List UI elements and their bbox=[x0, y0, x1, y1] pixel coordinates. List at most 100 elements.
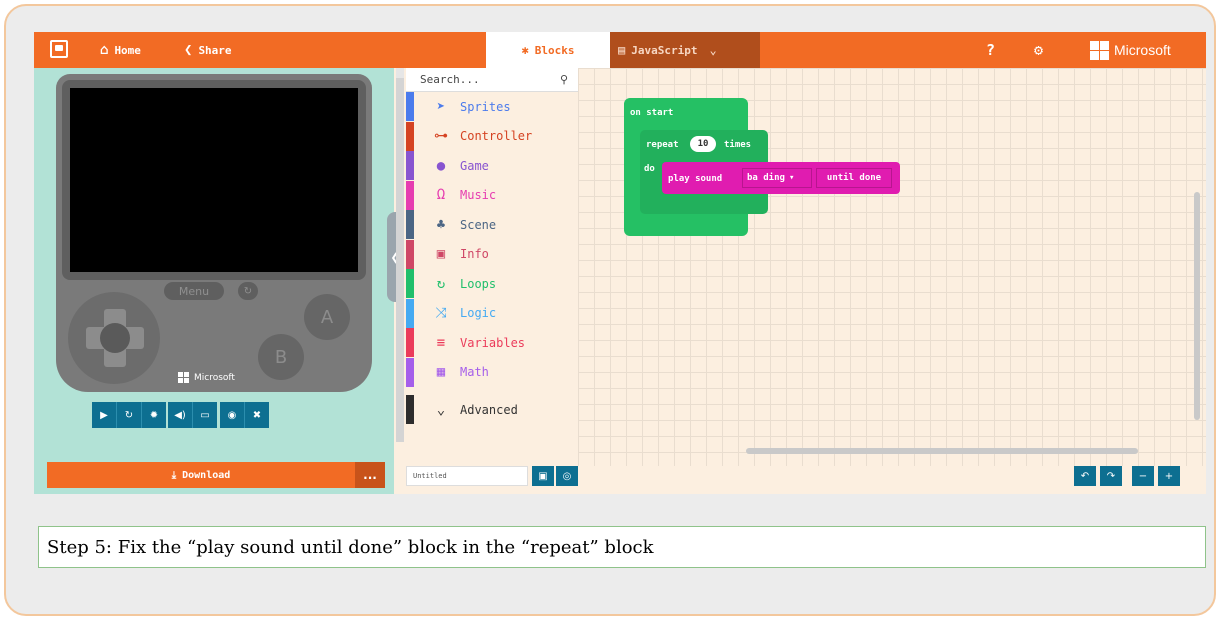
help-icon[interactable]: ? bbox=[986, 32, 995, 68]
dpad-center bbox=[100, 323, 130, 353]
puzzle-icon: ✱ bbox=[521, 43, 529, 57]
toolbox-scrollbar[interactable] bbox=[396, 78, 404, 442]
game-console: Menu ↻ A B Microsoft bbox=[56, 74, 372, 392]
workspace-horizontal-scrollbar[interactable] bbox=[746, 448, 1138, 454]
until-done-field[interactable]: until done bbox=[816, 168, 892, 188]
toolbox-category-music[interactable]: Ω Music bbox=[406, 180, 578, 210]
tab-blocks[interactable]: ✱ Blocks bbox=[486, 32, 610, 68]
shuffle-icon: ⤨ bbox=[435, 305, 447, 321]
headphones-icon: Ω bbox=[436, 187, 446, 203]
camera-icon[interactable]: ◉ bbox=[220, 402, 245, 428]
toolbox-category-variables[interactable]: ≡ Variables bbox=[406, 328, 578, 357]
step-caption: Step 5: Fix the “play sound until done” … bbox=[38, 526, 1206, 568]
play-sound-block[interactable]: play sound ba ding ▾ until done bbox=[662, 162, 900, 194]
chevron-down-icon[interactable]: ⌄ bbox=[709, 43, 716, 57]
restart-icon[interactable]: ↻ bbox=[117, 402, 142, 428]
play-icon[interactable]: ▶ bbox=[92, 402, 117, 428]
b-label: B bbox=[274, 346, 288, 368]
gear-icon[interactable]: ⚙ bbox=[1034, 32, 1043, 68]
toolbox: Search... ⚲ ➤ Sprites ⊶ Controller ● Game Ω Mus… bbox=[406, 68, 578, 460]
tab-javascript-label: JavaScript bbox=[631, 43, 698, 57]
microsoft-brand[interactable]: Microsoft bbox=[1090, 32, 1171, 68]
more-label: ... bbox=[363, 468, 377, 482]
search-placeholder: Search... bbox=[420, 73, 480, 86]
gamepad-icon: ⊶ bbox=[434, 128, 448, 144]
toolbox-category-controller[interactable]: ⊶ Controller bbox=[406, 121, 578, 151]
simulator-panel: Menu ↻ A B Microsoft ▶ ↻ ✹ ◀) ▭ ◉ ✖ ⤓ Do… bbox=[34, 68, 394, 494]
a-button[interactable]: A bbox=[304, 294, 350, 340]
volume-icon[interactable]: ◀) bbox=[168, 402, 193, 428]
toolbox-category-label: Game bbox=[460, 158, 489, 173]
b-button[interactable]: B bbox=[258, 334, 304, 380]
fullscreen-icon[interactable]: ✖ bbox=[245, 402, 269, 428]
toolbox-category-scene[interactable]: ♣ Scene bbox=[406, 210, 578, 239]
toolbox-category-sprites[interactable]: ➤ Sprites bbox=[406, 92, 578, 121]
home-label: Home bbox=[114, 43, 141, 57]
toolbox-category-label: Logic bbox=[460, 306, 497, 320]
microsoft-brand-label: Microsoft bbox=[1114, 42, 1171, 58]
code-icon: ▤ bbox=[618, 43, 626, 57]
download-label: Download bbox=[182, 469, 231, 481]
share-button[interactable]: ❮ Share bbox=[184, 32, 232, 68]
github-icon[interactable]: ◎ bbox=[556, 466, 578, 486]
makecode-arcade-editor: ⌂ Home ❮ Share ✱ Blocks ▤ JavaScript ⌄ ?… bbox=[34, 32, 1206, 494]
toolbox-category-label: Sprites bbox=[460, 99, 511, 114]
toolbox-category-label: Math bbox=[460, 365, 489, 379]
slide-frame: ⌂ Home ❮ Share ✱ Blocks ▤ JavaScript ⌄ ?… bbox=[4, 4, 1216, 616]
circle-icon: ● bbox=[436, 157, 446, 174]
microsoft-logo-icon bbox=[1090, 40, 1109, 60]
zoom-out-icon[interactable]: − bbox=[1132, 466, 1154, 486]
share-label: Share bbox=[198, 43, 232, 57]
toolbox-category-info[interactable]: ▣ Info bbox=[406, 239, 578, 269]
tab-blocks-label: Blocks bbox=[534, 43, 575, 57]
toolbox-category-advanced[interactable]: ⌄ Advanced bbox=[406, 395, 578, 424]
toolbox-category-math[interactable]: ▦ Math bbox=[406, 357, 578, 387]
on-start-label: on start bbox=[630, 108, 674, 118]
workspace-vertical-scrollbar[interactable] bbox=[1194, 192, 1200, 420]
home-button[interactable]: ⌂ Home bbox=[100, 32, 141, 68]
simulator-controls-group-1: ▶ ↻ ✹ bbox=[92, 402, 166, 428]
game-screen[interactable] bbox=[70, 88, 358, 272]
zoom-in-icon[interactable]: + bbox=[1158, 466, 1180, 486]
toolbox-category-label: Scene bbox=[460, 217, 497, 232]
menu-button[interactable]: Menu bbox=[164, 282, 224, 300]
play-sound-label: play sound bbox=[668, 174, 723, 184]
paper-plane-icon: ➤ bbox=[436, 98, 446, 115]
toolbox-category-game[interactable]: ● Game bbox=[406, 151, 578, 180]
chevron-down-icon: ⌄ bbox=[436, 401, 446, 418]
toolbox-category-label: Advanced bbox=[460, 402, 518, 417]
search-input[interactable]: Search... ⚲ bbox=[406, 68, 578, 92]
sound-name: ba ding bbox=[747, 173, 785, 183]
arcade-logo-icon[interactable] bbox=[50, 40, 68, 58]
toolbox-category-label: Loops bbox=[460, 276, 497, 291]
keyboard-icon[interactable]: ▭ bbox=[193, 402, 217, 428]
a-label: A bbox=[320, 306, 334, 328]
toolbox-category-label: Info bbox=[460, 247, 489, 261]
download-icon: ⤓ bbox=[171, 469, 177, 481]
sound-dropdown[interactable]: ba ding ▾ bbox=[742, 168, 812, 188]
repeat-label: repeat bbox=[646, 140, 679, 150]
blocks-workspace[interactable]: on start repeat 10 times do play sound b… bbox=[578, 68, 1206, 466]
microsoft-logo-icon bbox=[178, 372, 189, 383]
save-icon[interactable]: ▣ bbox=[532, 466, 554, 486]
more-options-button[interactable]: ... bbox=[355, 462, 385, 488]
list-icon: ≡ bbox=[436, 334, 446, 351]
redo-icon[interactable]: ↷ bbox=[1100, 466, 1122, 486]
download-button[interactable]: ⤓ Download bbox=[47, 462, 355, 488]
dropdown-arrow-icon: ▾ bbox=[788, 173, 795, 183]
device-brand: Microsoft bbox=[178, 372, 235, 383]
screen-bezel bbox=[62, 80, 366, 280]
home-icon: ⌂ bbox=[100, 42, 109, 58]
menu-label: Menu bbox=[178, 284, 210, 298]
simulator-controls-group-2: ◀) ▭ bbox=[168, 402, 217, 428]
reset-icon[interactable]: ↻ bbox=[238, 282, 258, 300]
toolbox-category-logic[interactable]: ⤨ Logic bbox=[406, 298, 578, 328]
undo-icon[interactable]: ↶ bbox=[1074, 466, 1096, 486]
repeat-count-input[interactable]: 10 bbox=[690, 136, 716, 152]
tab-javascript[interactable]: ▤ JavaScript ⌄ bbox=[610, 32, 760, 68]
debug-icon[interactable]: ✹ bbox=[142, 402, 166, 428]
project-name-input[interactable]: Untitled bbox=[406, 466, 528, 486]
toolbox-category-loops[interactable]: ↻ Loops bbox=[406, 269, 578, 298]
times-label: times bbox=[724, 140, 752, 150]
id-card-icon: ▣ bbox=[436, 246, 446, 262]
